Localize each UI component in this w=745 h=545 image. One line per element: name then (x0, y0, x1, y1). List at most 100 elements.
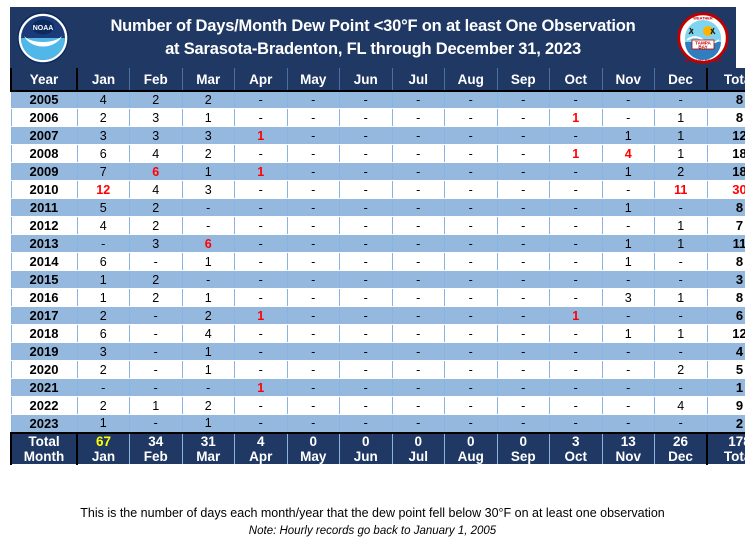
cell-mar: - (181, 270, 235, 289)
cell-jul: - (391, 198, 445, 217)
cell-may: - (286, 216, 340, 235)
footer-total-dec: 26 Dec (654, 432, 708, 465)
cell-jul: - (391, 288, 445, 307)
cell-dec: 1 (654, 234, 708, 253)
cell-mar: 1 (181, 342, 235, 361)
table-footer-row: Total Month 67 Jan 34 Feb 31 Mar 4 Apr 0 May 0 Jun 0 Ju… (10, 432, 745, 465)
cell-apr: - (234, 180, 288, 199)
cell-row-total: 8 (706, 252, 745, 271)
cell-nov: 1 (601, 162, 655, 181)
cell-nov: - (601, 360, 655, 379)
cell-nov: 1 (601, 126, 655, 145)
cell-nov: - (601, 414, 655, 434)
page-title: Number of Days/Month Dew Point <30°F on … (71, 15, 675, 60)
cell-aug: - (444, 252, 498, 271)
cell-jul: - (391, 216, 445, 235)
cell-may: - (286, 378, 340, 397)
cell-mar: 4 (181, 324, 235, 343)
cell-sep: - (496, 270, 550, 289)
cell-sep: - (496, 108, 550, 127)
cell-feb: 2 (129, 90, 183, 109)
cell-jan: 6 (76, 144, 130, 163)
cell-dec: 1 (654, 324, 708, 343)
cell-aug: - (444, 360, 498, 379)
cell-year: 2007 (10, 126, 78, 145)
cell-jul: - (391, 108, 445, 127)
table-row: 2011 5 2- - - - - - - -1-8 (10, 198, 745, 217)
cell-aug: - (444, 198, 498, 217)
cell-year: 2019 (10, 342, 78, 361)
footer-total-sep: 0 Sep (496, 432, 550, 465)
cell-aug: - (444, 162, 498, 181)
cell-dec: - (654, 378, 708, 397)
cell-mar: 1 (181, 288, 235, 307)
cell-oct: - (549, 216, 603, 235)
cell-aug: - (444, 270, 498, 289)
cell-may: - (286, 162, 340, 181)
cell-oct: - (549, 126, 603, 145)
cell-may: - (286, 234, 340, 253)
cell-year: 2005 (10, 90, 78, 109)
cell-dec: - (654, 342, 708, 361)
cell-dec: 4 (654, 396, 708, 415)
cell-feb: - (129, 342, 183, 361)
cell-jan: 5 (76, 198, 130, 217)
table-row: 2005 4 2 2- - - - - - - - -8 (10, 90, 745, 109)
cell-dec: - (654, 270, 708, 289)
cell-apr: - (234, 288, 288, 307)
cell-nov: - (601, 180, 655, 199)
footer-total-jul: 0 Jul (391, 432, 445, 465)
table-row: 2020 2-1- - - - - - - -2 5 (10, 360, 745, 379)
cell-jul: - (391, 270, 445, 289)
cell-sep: - (496, 342, 550, 361)
cell-aug: - (444, 90, 498, 109)
cell-mar: 1 (181, 252, 235, 271)
cell-jun: - (339, 198, 393, 217)
cell-jul: - (391, 126, 445, 145)
table-row: 2014 6-1- - - - - - -1-8 (10, 252, 745, 271)
cell-jul: - (391, 396, 445, 415)
cell-dec: 2 (654, 360, 708, 379)
cell-aug: - (444, 180, 498, 199)
column-header-total: Total (706, 68, 745, 92)
cell-jun: - (339, 306, 393, 325)
cell-sep: - (496, 288, 550, 307)
cell-oct: - (549, 180, 603, 199)
cell-mar: 1 (181, 162, 235, 181)
cell-dec: 11 (654, 180, 708, 199)
cell-oct: - (549, 360, 603, 379)
cell-sep: - (496, 216, 550, 235)
cell-jan: 4 (76, 90, 130, 109)
table-row: 2012 4 2- - - - - - - - -1 7 (10, 216, 745, 235)
cell-jun: - (339, 90, 393, 109)
title-banner: NOAA Number of Days/Month Dew Point <30°… (10, 7, 736, 68)
table-row: 2018 6-4- - - - - - -1 1 12 (10, 324, 745, 343)
cell-may: - (286, 144, 340, 163)
cell-jul: - (391, 306, 445, 325)
cell-jul: - (391, 360, 445, 379)
cell-jul: - (391, 252, 445, 271)
cell-aug: - (444, 126, 498, 145)
table-row: 2015 1 2- - - - - - - - - -3 (10, 270, 745, 289)
cell-jan: 1 (76, 414, 130, 434)
cell-may: - (286, 90, 340, 109)
cell-mar: 1 (181, 414, 235, 434)
cell-feb: 3 (129, 126, 183, 145)
cell-row-total: 12 (706, 324, 745, 343)
cell-oct: - (549, 324, 603, 343)
cell-dec: - (654, 198, 708, 217)
cell-year: 2018 (10, 324, 78, 343)
cell-apr: 1 (234, 306, 288, 325)
cell-feb: - (129, 252, 183, 271)
cell-dec: 1 (654, 108, 708, 127)
cell-oct: - (549, 162, 603, 181)
cell-jun: - (339, 144, 393, 163)
cell-dec: - (654, 90, 708, 109)
cell-jun: - (339, 162, 393, 181)
cell-may: - (286, 198, 340, 217)
cell-apr: - (234, 396, 288, 415)
cell-mar: 3 (181, 180, 235, 199)
cell-year: 2016 (10, 288, 78, 307)
footer-total-aug: 0 Aug (444, 432, 498, 465)
cell-oct: - (549, 234, 603, 253)
